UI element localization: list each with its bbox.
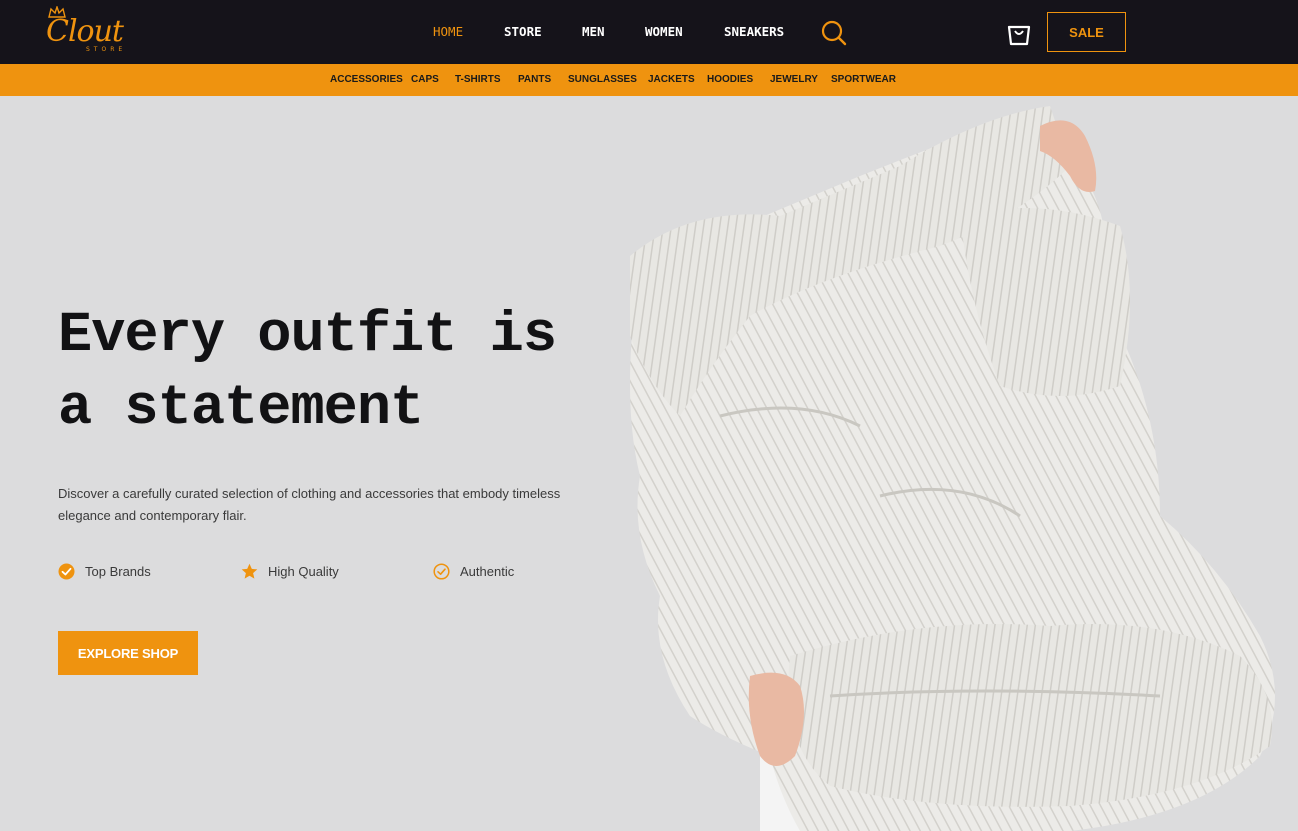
check-circle-filled-icon — [58, 563, 75, 580]
nav-home[interactable]: HOME — [433, 24, 463, 39]
category-accessories[interactable]: ACCESSORIES — [330, 74, 403, 85]
sale-button[interactable]: SALE — [1047, 12, 1126, 52]
category-bar: ACCESSORIES CAPS T-SHIRTS PANTS SUNGLASS… — [0, 64, 1298, 96]
category-jewelry[interactable]: JEWELRY — [770, 74, 818, 85]
explore-shop-button[interactable]: EXPLORE SHOP — [58, 631, 198, 675]
feature-top-brands: Top Brands — [58, 563, 151, 580]
nav-men[interactable]: MEN — [582, 24, 605, 39]
cart-button[interactable] — [1005, 19, 1033, 47]
star-icon — [241, 563, 258, 579]
logo-subtext: STORE — [86, 46, 127, 53]
category-sportwear[interactable]: SPORTWEAR — [831, 74, 896, 85]
hero-description: Discover a carefully curated selection o… — [58, 486, 561, 523]
top-navbar: Clout STORE HOME STORE MEN WOMEN SNEAKER… — [0, 0, 1298, 64]
nav-women[interactable]: WOMEN — [645, 24, 683, 39]
feature-label: Authentic — [460, 564, 515, 579]
feature-label: Top Brands — [85, 564, 151, 579]
category-caps[interactable]: CAPS — [411, 74, 439, 85]
category-hoodies[interactable]: HOODIES — [707, 74, 753, 85]
logo-text: Clout — [46, 14, 124, 49]
category-tshirts[interactable]: T-SHIRTS — [455, 74, 501, 85]
hero-title-line-1: Every outfit is — [58, 304, 557, 368]
shopping-bag-icon — [1007, 25, 1031, 46]
check-circle-outline-icon — [433, 563, 450, 580]
category-jackets[interactable]: JACKETS — [648, 74, 695, 85]
brand-logo[interactable]: Clout STORE — [42, 6, 152, 58]
search-icon — [821, 20, 847, 46]
nav-store[interactable]: STORE — [504, 24, 542, 39]
feature-authentic: Authentic — [433, 563, 514, 580]
hero-title: Every outfit is a statement — [58, 300, 618, 446]
category-pants[interactable]: PANTS — [518, 74, 551, 85]
category-sunglasses[interactable]: SUNGLASSES — [568, 74, 637, 85]
feature-high-quality: High Quality — [241, 563, 339, 580]
hero-title-line-2: a statement — [58, 377, 424, 441]
hero-image — [600, 96, 1298, 831]
sweater-model-illustration — [630, 106, 1275, 831]
search-button[interactable] — [820, 19, 848, 47]
nav-sneakers[interactable]: SNEAKERS — [724, 24, 784, 39]
feature-label: High Quality — [268, 564, 339, 579]
